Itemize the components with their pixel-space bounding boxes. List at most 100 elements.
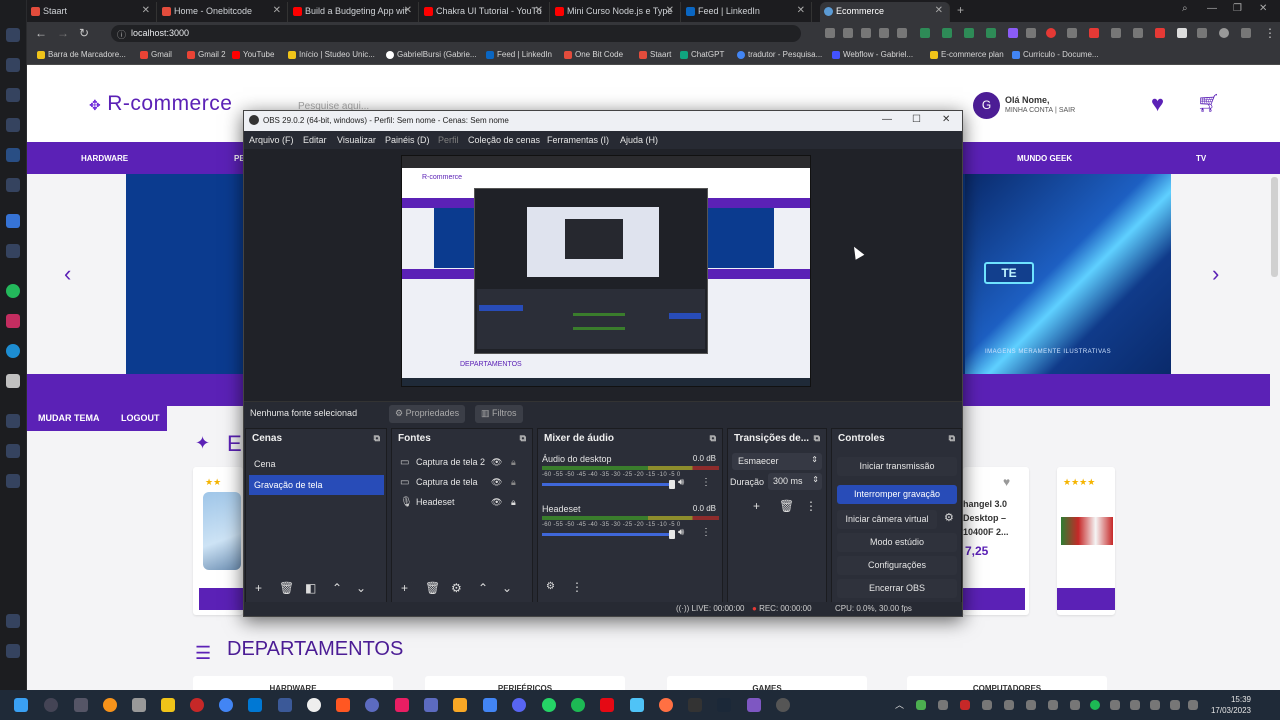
sidebar-app-icon[interactable]	[6, 444, 20, 458]
start-streaming-button[interactable]: Iniciar transmissão	[837, 457, 957, 476]
extension-icon[interactable]	[942, 28, 952, 38]
file-explorer-icon[interactable]	[161, 698, 175, 712]
reload-icon[interactable]: ↻	[79, 26, 89, 40]
extension-icon[interactable]	[897, 28, 907, 38]
battery-icon[interactable]	[1188, 700, 1198, 710]
volume-slider[interactable]	[542, 533, 670, 536]
sidebar-app-icon[interactable]	[6, 58, 20, 72]
url-field[interactable]: ⓘ localhost:3000	[111, 25, 801, 42]
stop-recording-button[interactable]: Interromper gravação	[837, 485, 957, 504]
tray-icon[interactable]	[1026, 700, 1036, 710]
scene-filters-icon[interactable]: ◧	[305, 581, 316, 595]
profile-icon[interactable]	[1219, 28, 1229, 38]
move-up-icon[interactable]: ⌃	[332, 581, 342, 595]
category-link[interactable]: TV	[1196, 154, 1206, 163]
remove-transition-icon[interactable]: 🗑︎	[779, 499, 794, 513]
taskbar-app-icon[interactable]	[395, 698, 409, 712]
taskbar-app-icon[interactable]	[132, 698, 146, 712]
extension-icon[interactable]	[1067, 28, 1077, 38]
logout-button[interactable]: LOGOUT	[121, 413, 160, 423]
taskbar-app-icon[interactable]	[630, 698, 644, 712]
advanced-audio-icon[interactable]: ⚙	[546, 581, 555, 592]
taskbar-app-icon[interactable]	[103, 698, 117, 712]
menu-kebab-icon[interactable]: ⋮	[1264, 26, 1276, 40]
browser-tab-active[interactable]: Ecommerce ✕	[820, 2, 950, 22]
info-icon[interactable]: ⓘ	[117, 28, 126, 41]
avatar[interactable]: G	[973, 92, 1000, 119]
mixer-menu-icon[interactable]: ⋮	[571, 580, 583, 594]
tray-icon[interactable]	[1130, 700, 1140, 710]
windows-start-icon[interactable]	[14, 698, 28, 712]
tray-icon[interactable]	[1004, 700, 1014, 710]
bookmark-item[interactable]: Gmail 2	[187, 50, 226, 59]
float-dock-icon[interactable]: ⧉	[374, 433, 380, 444]
source-item[interactable]: ▭ Captura de tela 2 👁︎ 🔒︎	[398, 457, 533, 468]
obs-taskbar-icon[interactable]	[776, 698, 790, 712]
sidebar-app-icon[interactable]	[6, 374, 20, 388]
category-link[interactable]: MUNDO GEEK	[1017, 154, 1072, 163]
banner-cta[interactable]: TE	[984, 262, 1034, 284]
cart-icon[interactable]: 🛒︎	[1197, 93, 1220, 114]
task-view-icon[interactable]	[74, 698, 88, 712]
buy-button[interactable]	[963, 588, 1025, 610]
sidebar-app-icon[interactable]	[6, 118, 20, 132]
obs-titlebar[interactable]: OBS 29.0.2 (64-bit, windows) - Perfil: S…	[244, 111, 962, 131]
filters-button[interactable]: ▥ Filtros	[475, 405, 523, 423]
menu-view[interactable]: Visualizar	[337, 135, 376, 145]
scene-item-selected[interactable]: Gravação de tela	[249, 475, 384, 495]
close-tab-icon[interactable]: ✕	[935, 5, 943, 16]
source-properties-gear-icon[interactable]: ⚙	[451, 581, 462, 595]
category-link[interactable]: HARDWARE	[81, 154, 128, 163]
browser-tab[interactable]: Staart ✕	[27, 2, 157, 22]
sidebar-app-icon[interactable]	[6, 28, 20, 42]
back-icon[interactable]: ←	[35, 26, 47, 40]
department-card[interactable]: HARDWARE	[193, 676, 393, 690]
spotify-icon[interactable]	[571, 698, 585, 712]
bookmark-item[interactable]: Curriculo - Docume...	[1012, 50, 1099, 59]
close-tab-icon[interactable]: ✕	[404, 5, 412, 16]
bookmark-item[interactable]: Barra de Marcadore...	[37, 50, 126, 59]
volume-slider-handle[interactable]	[669, 480, 675, 489]
carousel-prev-icon[interactable]: ‹	[64, 261, 71, 287]
scene-item[interactable]: Cena	[249, 454, 384, 474]
taskbar-app-icon[interactable]	[659, 698, 673, 712]
channel-menu-icon[interactable]: ⋮	[701, 477, 711, 488]
epic-games-icon[interactable]	[688, 698, 702, 712]
menu-profile[interactable]: Perfil	[438, 135, 459, 145]
menu-scene-collection[interactable]: Coleção de cenas	[468, 135, 540, 145]
menu-help[interactable]: Ajuda (H)	[620, 135, 658, 145]
extension-icon[interactable]	[1155, 28, 1165, 38]
sidebar-app-icon[interactable]	[6, 644, 20, 658]
change-theme-button[interactable]: MUDAR TEMA	[38, 413, 100, 423]
lock-icon[interactable]: 🔒︎	[511, 457, 516, 468]
sidebar-app-icon[interactable]	[6, 178, 20, 192]
site-logo[interactable]: ✥ R-commerce	[89, 92, 232, 116]
forward-icon[interactable]: →	[57, 26, 69, 40]
extension-icon[interactable]	[825, 28, 835, 38]
extension-icon[interactable]	[843, 28, 853, 38]
bookmark-item[interactable]: YouTube	[232, 50, 274, 59]
studio-mode-button[interactable]: Modo estúdio	[837, 533, 957, 552]
steam-icon[interactable]	[717, 698, 731, 712]
move-down-icon[interactable]: ⌄	[502, 581, 512, 595]
minimize-icon[interactable]: —	[1207, 3, 1217, 14]
menu-docks[interactable]: Painéis (D)	[385, 135, 430, 145]
carousel-next-icon[interactable]: ›	[1212, 261, 1219, 287]
menu-tools[interactable]: Ferramentas (I)	[547, 135, 609, 145]
remove-scene-icon[interactable]: 🗑︎	[279, 581, 294, 595]
bookmark-item[interactable]: Feed | LinkedIn	[486, 50, 552, 59]
tray-icon[interactable]	[938, 700, 948, 710]
float-dock-icon[interactable]: ⧉	[814, 433, 820, 444]
extension-icon[interactable]	[1046, 28, 1056, 38]
add-scene-icon[interactable]: +	[255, 581, 262, 595]
bookmark-item[interactable]: ChatGPT	[680, 50, 724, 59]
twitter-icon[interactable]	[6, 344, 20, 358]
tray-chevron-icon[interactable]: ︿	[895, 698, 904, 711]
my-account-link[interactable]: MINHA CONTA	[1005, 107, 1053, 114]
tray-icon[interactable]	[1048, 700, 1058, 710]
browser-tab[interactable]: Home - Onebitcode ✕	[158, 2, 288, 22]
department-card[interactable]: COMPUTADORES	[907, 676, 1107, 690]
tray-icon[interactable]	[1070, 700, 1080, 710]
close-tab-icon[interactable]: ✕	[535, 5, 543, 16]
network-icon[interactable]	[1150, 700, 1160, 710]
